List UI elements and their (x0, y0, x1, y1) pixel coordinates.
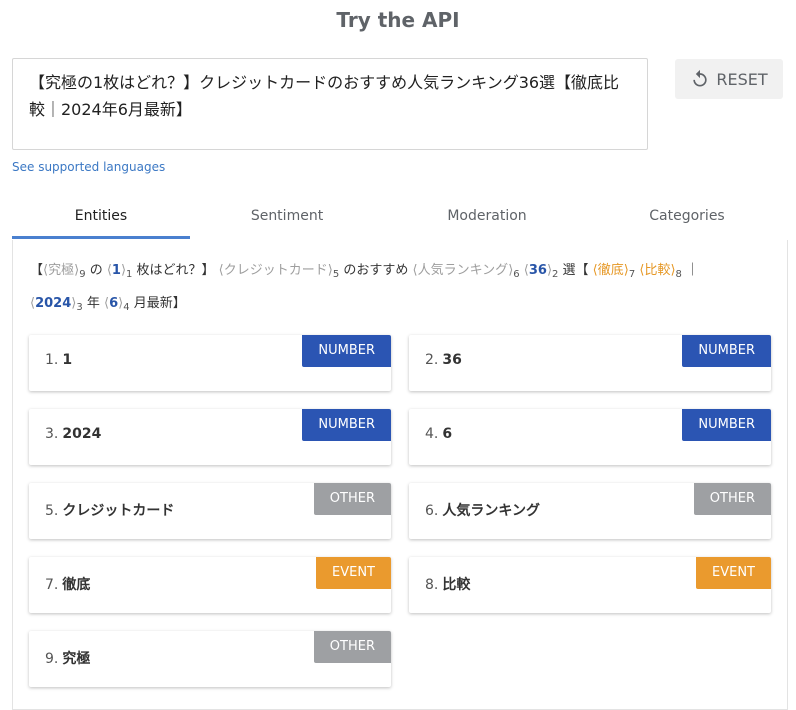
entity-type-badge: OTHER (313, 483, 391, 515)
entity-name: 36 (442, 352, 462, 368)
entity-type-badge: NUMBER (682, 335, 771, 367)
tab-categories[interactable]: Categories (598, 198, 776, 240)
active-tab-indicator (12, 236, 190, 239)
entity-card-6[interactable]: 6. 人気ランキング OTHER (409, 483, 771, 539)
text-segment: 【 (30, 263, 44, 278)
entity-type-badge: EVENT (316, 557, 391, 589)
entity-mention: ⟨2024⟩3 (30, 296, 83, 313)
entity-card-1[interactable]: 1. 1 NUMBER (29, 335, 391, 391)
entity-index: 5. (45, 503, 59, 519)
tab-sentiment[interactable]: Sentiment (198, 198, 376, 240)
entity-card-2[interactable]: 2. 36 NUMBER (409, 335, 771, 391)
entity-card-3[interactable]: 3. 2024 NUMBER (29, 409, 391, 465)
annotated-text: 【⟨究極⟩9 の ⟨1⟩1 枚はどれ？】 ⟨クレジットカード⟩5 のおすすめ ⟨… (30, 256, 770, 322)
entity-name: 人気ランキング (442, 503, 540, 519)
entity-mention: ⟨クレジットカード⟩5 (218, 263, 340, 280)
text-segment: 選【 (558, 263, 593, 278)
text-segment: 月最新】 (129, 296, 186, 311)
text-segment: ｜ (681, 263, 700, 278)
entity-card-7[interactable]: 7. 徹底 EVENT (29, 557, 391, 613)
entity-index: 6. (425, 503, 439, 519)
entity-mention: ⟨徹底⟩7 (592, 263, 636, 280)
tab-moderation[interactable]: Moderation (398, 198, 576, 240)
entity-index: 3. (45, 426, 59, 442)
entity-type-badge: EVENT (696, 557, 771, 589)
entity-mention: ⟨究極⟩9 (43, 263, 86, 280)
entity-type-badge: OTHER (313, 631, 391, 663)
supported-languages-link[interactable]: See supported languages (12, 160, 165, 174)
entity-index: 9. (45, 651, 59, 667)
entity-index: 7. (45, 577, 59, 593)
entity-type-badge: NUMBER (302, 409, 391, 441)
entity-name: クレジットカード (62, 503, 175, 519)
entity-name: 徹底 (62, 577, 91, 593)
entity-name: 究極 (62, 651, 91, 667)
reset-icon (693, 69, 708, 87)
entity-type-badge: NUMBER (302, 335, 391, 367)
entity-name: 2024 (62, 426, 102, 442)
page-title: Try the API (336, 8, 460, 32)
entity-mention: ⟨6⟩4 (103, 296, 130, 313)
entity-card-8[interactable]: 8. 比較 EVENT (409, 557, 771, 613)
entity-mention: ⟨1⟩1 (106, 263, 133, 280)
text-segment: の (85, 263, 107, 278)
entity-mention: ⟨人気ランキング⟩6 (412, 263, 520, 280)
tab-entities[interactable]: Entities (12, 198, 190, 240)
entity-mention: ⟨36⟩2 (523, 263, 559, 280)
entity-mention: ⟨比較⟩8 (639, 263, 682, 280)
entity-index: 8. (425, 577, 439, 593)
text-segment: のおすすめ (339, 263, 413, 278)
entity-name: 6 (442, 426, 453, 442)
tab-bar: Entities Sentiment Moderation Categories (12, 198, 788, 240)
reset-button[interactable]: RESET (675, 59, 783, 99)
entity-card-5[interactable]: 5. クレジットカード OTHER (29, 483, 391, 539)
entity-card-9[interactable]: 9. 究極 OTHER (29, 631, 391, 687)
text-segment: 枚はどれ？】 (132, 263, 219, 278)
text-input[interactable]: 【究極の1枚はどれ？】クレジットカードのおすすめ人気ランキング36選【徹底比較｜… (12, 58, 648, 150)
entity-index: 1. (45, 352, 59, 368)
entity-type-badge: OTHER (693, 483, 771, 515)
entity-card-4[interactable]: 4. 6 NUMBER (409, 409, 771, 465)
reset-label: RESET (716, 69, 768, 89)
text-segment: 年 (82, 296, 104, 311)
entity-type-badge: NUMBER (682, 409, 771, 441)
entity-name: 比較 (442, 577, 471, 593)
entity-index: 4. (425, 426, 439, 442)
entity-index: 2. (425, 352, 439, 368)
entity-name: 1 (62, 352, 73, 368)
